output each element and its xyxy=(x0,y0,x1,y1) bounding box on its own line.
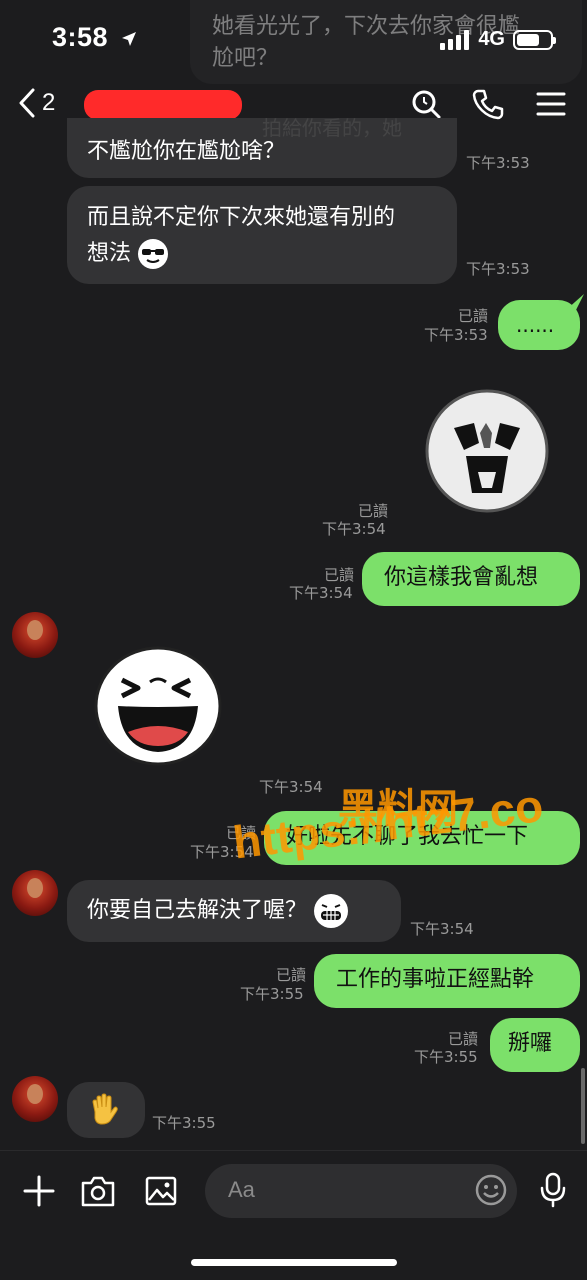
input-placeholder: Aa xyxy=(228,1177,255,1202)
read-status: 已讀 xyxy=(458,307,489,325)
battery-icon xyxy=(513,29,556,50)
message-time: 下午3:54 xyxy=(259,778,323,796)
message-text: 工作的事啦正經點幹 xyxy=(336,967,535,992)
image-icon[interactable] xyxy=(144,1174,178,1208)
overlay-line2: 尬吧？ xyxy=(212,46,279,71)
message-bubble-incoming[interactable]: 而且說不定你下次來她還有別的 想法 xyxy=(67,186,457,284)
message-time: 下午3:55 xyxy=(414,1048,478,1066)
message-time: 下午3:53 xyxy=(466,260,530,278)
message-bubble-outgoing[interactable]: 掰囉 xyxy=(490,1018,580,1072)
message-text: 掰囉 xyxy=(508,1031,553,1056)
message-text-line1: 而且說不定你下次來她還有別的 xyxy=(87,205,396,230)
message-text: ...... xyxy=(516,313,555,337)
status-time: 3:58 xyxy=(52,22,109,52)
network-type: 4G xyxy=(478,28,505,50)
back-button[interactable]: 2 xyxy=(18,88,55,118)
message-bubble-outgoing[interactable]: 工作的事啦正經點幹 xyxy=(314,954,580,1008)
search-icon[interactable] xyxy=(410,88,442,120)
message-bubble-outgoing[interactable]: 你這樣我會亂想 xyxy=(362,552,580,606)
location-arrow-icon xyxy=(122,32,136,46)
sunglasses-face-icon xyxy=(138,239,169,269)
read-status: 已讀 xyxy=(324,566,355,584)
plus-icon[interactable] xyxy=(22,1174,56,1208)
camera-icon[interactable] xyxy=(80,1174,116,1208)
message-time: 下午3:53 xyxy=(424,326,488,344)
chevron-left-icon xyxy=(19,88,35,118)
message-time: 下午3:53 xyxy=(466,154,530,172)
bubble-tail xyxy=(566,294,584,310)
waving-hand-icon xyxy=(92,1093,118,1125)
grinning-face-icon xyxy=(314,894,349,928)
emoji-icon[interactable] xyxy=(475,1174,507,1206)
phone-icon[interactable] xyxy=(472,88,504,120)
message-bubble-incoming[interactable] xyxy=(67,1082,145,1138)
message-time: 下午3:55 xyxy=(152,1114,216,1132)
microphone-icon[interactable] xyxy=(538,1172,568,1208)
menu-icon[interactable] xyxy=(535,88,567,120)
scroll-indicator[interactable] xyxy=(581,1068,585,1144)
message-text-line2: 想法 xyxy=(87,241,132,266)
laughing-face-sticker[interactable] xyxy=(94,646,222,766)
read-status: 已讀 xyxy=(448,1030,479,1048)
signal-icon xyxy=(440,29,470,50)
home-indicator[interactable] xyxy=(191,1259,397,1266)
message-time: 下午3:54 xyxy=(410,920,474,938)
read-status: 已讀 xyxy=(276,966,307,984)
avatar[interactable] xyxy=(12,870,58,916)
overlay-behind-text: 拍給你看的，她 xyxy=(262,116,402,140)
shouting-face-sticker[interactable] xyxy=(424,388,550,514)
back-count: 2 xyxy=(42,89,56,116)
battery-fill xyxy=(517,33,540,46)
redacted-contact-name xyxy=(84,90,242,120)
status-right: 4G xyxy=(440,28,556,51)
message-text: 你這樣我會亂想 xyxy=(384,565,539,590)
message-time: 下午3:54 xyxy=(322,520,386,538)
message-time: 下午3:54 xyxy=(289,584,353,602)
avatar[interactable] xyxy=(12,1076,58,1122)
message-text: 你要自己去解決了喔？ xyxy=(87,898,308,923)
avatar[interactable] xyxy=(12,612,58,658)
message-time: 下午3:55 xyxy=(240,985,304,1003)
read-status: 已讀 xyxy=(358,502,389,520)
message-text: 不尷尬你在尷尬啥？ xyxy=(87,139,286,164)
message-bubble-incoming[interactable]: 你要自己去解決了喔？ xyxy=(67,880,401,942)
